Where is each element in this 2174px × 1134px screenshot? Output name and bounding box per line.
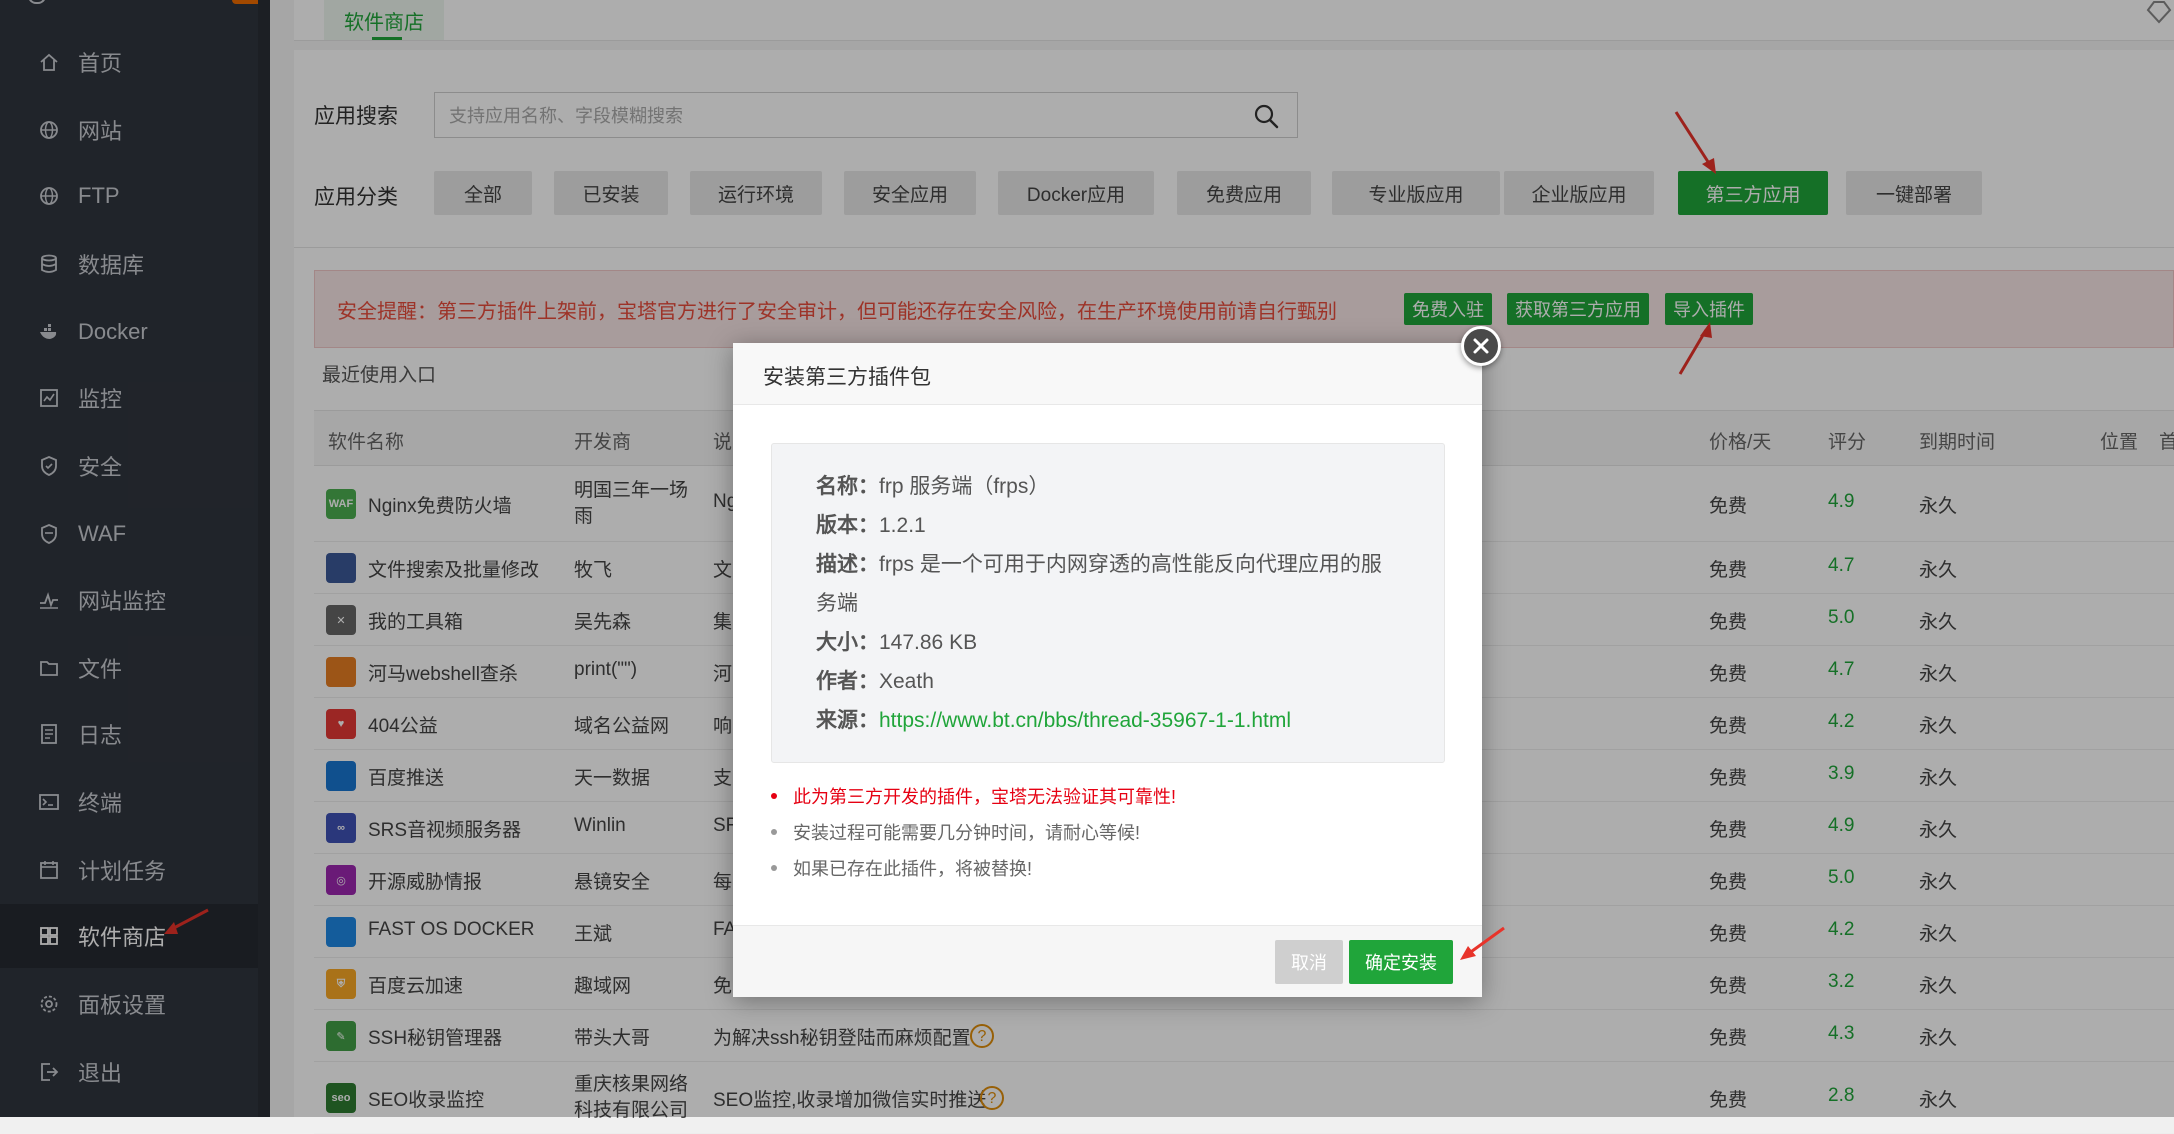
dialog-footer: 取消 确定安装: [733, 925, 1482, 997]
confirm-install-button[interactable]: 确定安装: [1349, 940, 1453, 984]
plugin-version: 1.2.1: [879, 514, 926, 537]
plugin-version-line: 版本：1.2.1: [816, 509, 926, 539]
dialog-header: 安装第三方插件包: [733, 343, 1482, 405]
field-key: 来源：: [816, 709, 879, 732]
plugin-description-cont: 务端: [816, 592, 858, 615]
plugin-source-link[interactable]: https://www.bt.cn/bbs/thread-35967-1-1.h…: [879, 709, 1291, 732]
plugin-info-box: 名称：frp 服务端（frps） 版本：1.2.1 描述：frps 是一个可用于…: [771, 443, 1445, 763]
plugin-size: 147.86 KB: [879, 631, 978, 654]
note-item: 安装过程可能需要几分钟时间，请耐心等候!: [771, 819, 1140, 845]
bullet-icon: [771, 793, 777, 800]
annotation-arrow: [1460, 926, 1505, 960]
plugin-source-line: 来源：https://www.bt.cn/bbs/thread-35967-1-…: [816, 704, 1291, 734]
bullet-icon: [771, 829, 777, 836]
plugin-desc-line-2: 务端: [816, 587, 858, 617]
cancel-button[interactable]: 取消: [1275, 940, 1343, 984]
note-text: 此为第三方开发的插件，宝塔无法验证其可靠性!: [793, 787, 1176, 807]
plugin-size-line: 大小：147.86 KB: [816, 626, 977, 656]
close-dialog-button[interactable]: [1461, 326, 1501, 366]
plugin-name: frp 服务端（frps）: [879, 475, 1050, 498]
field-key: 名称：: [816, 475, 879, 498]
field-key: 大小：: [816, 631, 879, 654]
dialog-title: 安装第三方插件包: [763, 366, 931, 389]
plugin-author: Xeath: [879, 670, 934, 693]
install-plugin-dialog: 安装第三方插件包 名称：frp 服务端（frps） 版本：1.2.1 描述：fr…: [733, 343, 1482, 997]
field-key: 版本：: [816, 514, 879, 537]
plugin-author-line: 作者：Xeath: [816, 665, 934, 695]
plugin-name-line: 名称：frp 服务端（frps）: [816, 470, 1049, 500]
field-key: 描述：: [816, 553, 879, 576]
plugin-description: frps 是一个可用于内网穿透的高性能反向代理应用的服: [879, 553, 1382, 576]
note-text: 如果已存在此插件，将被替换!: [793, 859, 1032, 879]
plugin-desc-line: 描述：frps 是一个可用于内网穿透的高性能反向代理应用的服: [816, 548, 1382, 578]
note-warning: 此为第三方开发的插件，宝塔无法验证其可靠性!: [771, 783, 1176, 809]
field-key: 作者：: [816, 670, 879, 693]
close-icon: [1473, 338, 1489, 354]
note-text: 安装过程可能需要几分钟时间，请耐心等候!: [793, 823, 1140, 843]
note-item: 如果已存在此插件，将被替换!: [771, 855, 1032, 881]
bullet-icon: [771, 865, 777, 872]
